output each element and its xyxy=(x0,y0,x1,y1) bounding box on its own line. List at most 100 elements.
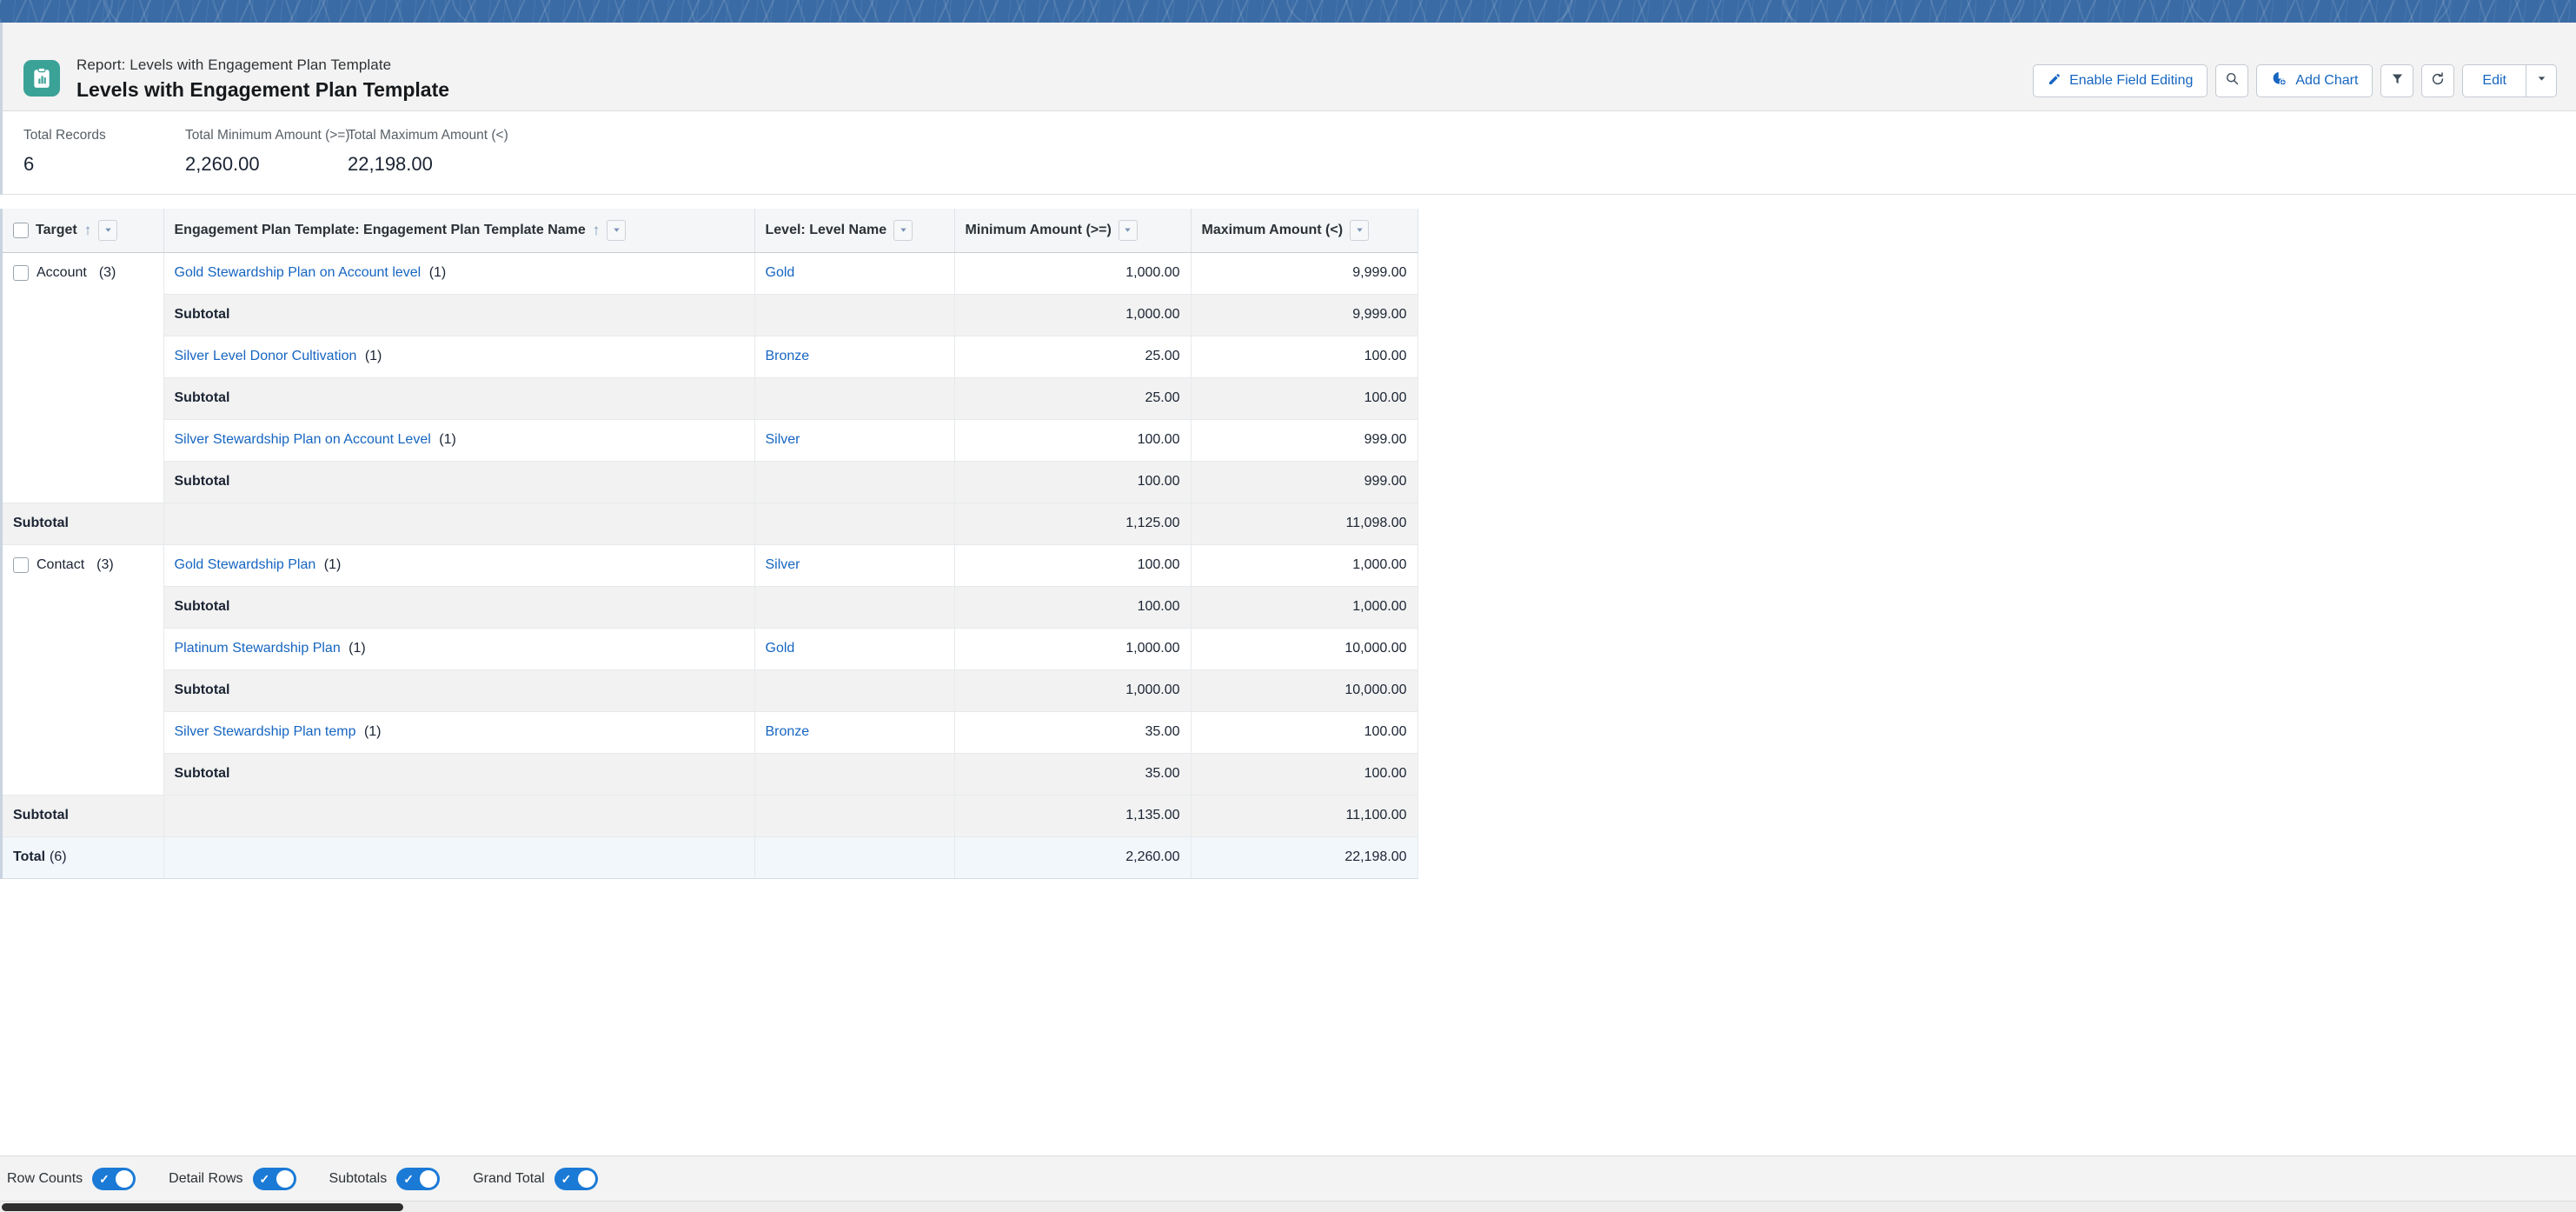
select-all-checkbox[interactable] xyxy=(13,222,29,238)
cell-level: Silver xyxy=(754,419,955,462)
subtotal-label: Subtotal xyxy=(163,461,755,503)
cell-level xyxy=(754,669,955,712)
column-header-label: Level: Level Name xyxy=(765,222,887,237)
enable-field-editing-label: Enable Field Editing xyxy=(2069,73,2194,88)
cell-maximum: 10,000.00 xyxy=(1191,628,1418,670)
cell-minimum: 1,125.00 xyxy=(954,503,1192,545)
cell-template: Platinum Stewardship Plan (1) xyxy=(163,628,755,670)
cell-level xyxy=(754,586,955,629)
cell-level xyxy=(754,795,955,837)
template-link[interactable]: Platinum Stewardship Plan xyxy=(175,641,341,656)
level-link[interactable]: Gold xyxy=(766,265,795,280)
cell-minimum: 35.00 xyxy=(954,753,1192,796)
cell-minimum: 1,000.00 xyxy=(954,669,1192,712)
toggle-detail-rows[interactable]: ✓ xyxy=(252,1167,296,1190)
cell-maximum: 999.00 xyxy=(1191,461,1418,503)
cell-template: Gold Stewardship Plan (1) xyxy=(163,544,755,587)
grand-total-count: (6) xyxy=(50,849,67,864)
sort-asc-arrow-icon: ↑ xyxy=(83,222,92,239)
template-count: (1) xyxy=(428,265,447,280)
cell-minimum: 1,000.00 xyxy=(954,252,1192,295)
column-menu-button-maximum[interactable] xyxy=(1350,219,1370,241)
search-button[interactable] xyxy=(2215,64,2249,97)
toggle-subtotals[interactable]: ✓ xyxy=(396,1167,441,1190)
summary-total-maximum-amount: Total Maximum Amount (<) 22,198.00 xyxy=(348,127,508,194)
cell-template xyxy=(163,795,755,837)
search-icon xyxy=(2225,71,2240,90)
table-row: Contact (3) Gold Stewardship Plan (1) Si… xyxy=(3,544,1418,796)
table-header-row: Target ↑ Engagement Plan Template: Engag… xyxy=(3,209,1418,253)
level-link[interactable]: Bronze xyxy=(766,724,810,739)
toggle-knob xyxy=(420,1169,438,1188)
toggle-label-grand-total: Grand Total xyxy=(473,1170,545,1186)
level-link[interactable]: Gold xyxy=(766,641,795,656)
template-link[interactable]: Silver Level Donor Cultivation xyxy=(175,349,357,363)
level-link[interactable]: Silver xyxy=(766,432,800,447)
summary-total-records: Total Records 6 xyxy=(23,127,168,194)
template-link[interactable]: Silver Stewardship Plan temp xyxy=(175,724,356,739)
column-header-maximum-amount[interactable]: Maximum Amount (<) xyxy=(1191,209,1418,253)
column-header-label: Minimum Amount (>=) xyxy=(965,222,1112,237)
add-chart-label: Add Chart xyxy=(2295,73,2359,88)
edit-menu-button[interactable] xyxy=(2526,64,2557,97)
group-name: Account xyxy=(37,264,87,280)
column-menu-button-target[interactable] xyxy=(98,219,118,241)
cell-template: Silver Level Donor Cultivation (1) xyxy=(163,336,755,378)
cell-maximum: 1,000.00 xyxy=(1191,544,1418,587)
group-name: Contact xyxy=(37,556,85,572)
display-options-bar: Row Counts ✓ Detail Rows ✓ Subtotals ✓ G… xyxy=(0,1155,2576,1201)
table-row: Silver Level Donor Cultivation (1) Bronz… xyxy=(3,336,1418,378)
filter-button[interactable] xyxy=(2380,64,2414,97)
toggle-grand-total[interactable]: ✓ xyxy=(554,1167,598,1190)
template-link[interactable]: Silver Stewardship Plan on Account Level xyxy=(175,432,431,447)
cell-level xyxy=(754,503,955,545)
cell-maximum: 1,000.00 xyxy=(1191,586,1418,629)
check-icon: ✓ xyxy=(561,1171,572,1186)
table-row: Silver Stewardship Plan on Account Level… xyxy=(3,419,1418,462)
refresh-button[interactable] xyxy=(2421,64,2455,97)
column-header-level-name[interactable]: Level: Level Name xyxy=(754,209,955,253)
group-count: (3) xyxy=(98,264,116,280)
refresh-icon xyxy=(2430,71,2446,91)
grand-total-label-cell: Total (6) xyxy=(3,836,164,879)
column-menu-button-minimum[interactable] xyxy=(1118,219,1138,241)
summary-value: 22,198.00 xyxy=(348,153,433,175)
column-menu-button-level[interactable] xyxy=(893,219,913,241)
edit-button[interactable]: Edit xyxy=(2462,64,2526,97)
grand-total-label: Total xyxy=(13,849,46,864)
column-menu-button-template[interactable] xyxy=(607,219,627,241)
add-chart-button[interactable]: Add Chart xyxy=(2256,64,2374,97)
level-link[interactable]: Bronze xyxy=(766,349,810,363)
level-link[interactable]: Silver xyxy=(766,557,800,572)
horizontal-scrollbar[interactable] xyxy=(0,1201,2576,1212)
cell-level xyxy=(754,461,955,503)
cell-minimum: 1,000.00 xyxy=(954,628,1192,670)
summary-label: Total Maximum Amount (<) xyxy=(348,128,508,143)
column-header-engagement-plan-template-name[interactable]: Engagement Plan Template: Engagement Pla… xyxy=(163,209,755,253)
cell-minimum: 2,260.00 xyxy=(954,836,1192,879)
column-header-minimum-amount[interactable]: Minimum Amount (>=) xyxy=(954,209,1192,253)
cell-template xyxy=(163,503,755,545)
enable-field-editing-button[interactable]: Enable Field Editing xyxy=(2033,64,2208,97)
template-link[interactable]: Gold Stewardship Plan xyxy=(175,557,316,572)
cell-maximum: 100.00 xyxy=(1191,753,1418,796)
toggle-group-detail-rows: Detail Rows ✓ xyxy=(169,1167,296,1190)
cell-level: Gold xyxy=(754,628,955,670)
template-count: (1) xyxy=(349,641,366,656)
column-header-target[interactable]: Target ↑ xyxy=(3,209,164,253)
template-count: (1) xyxy=(323,557,342,572)
cell-maximum: 9,999.00 xyxy=(1191,252,1418,295)
group-select-checkbox[interactable] xyxy=(13,264,29,281)
subtotal-row: Subtotal 25.00 100.00 xyxy=(3,377,1418,420)
cell-level: Gold xyxy=(754,252,955,295)
group-subtotal-label: Subtotal xyxy=(3,503,164,545)
scrollbar-thumb[interactable] xyxy=(2,1203,403,1211)
toggle-row-counts[interactable]: ✓ xyxy=(92,1167,136,1190)
group-subtotal-row-account: Subtotal 1,125.00 11,098.00 xyxy=(3,503,1418,545)
cell-maximum: 9,999.00 xyxy=(1191,294,1418,336)
group-select-checkbox[interactable] xyxy=(13,556,29,573)
cell-maximum: 10,000.00 xyxy=(1191,669,1418,712)
edit-label: Edit xyxy=(2482,73,2506,88)
chevron-down-icon xyxy=(2536,73,2547,89)
template-link[interactable]: Gold Stewardship Plan on Account level xyxy=(175,265,422,280)
